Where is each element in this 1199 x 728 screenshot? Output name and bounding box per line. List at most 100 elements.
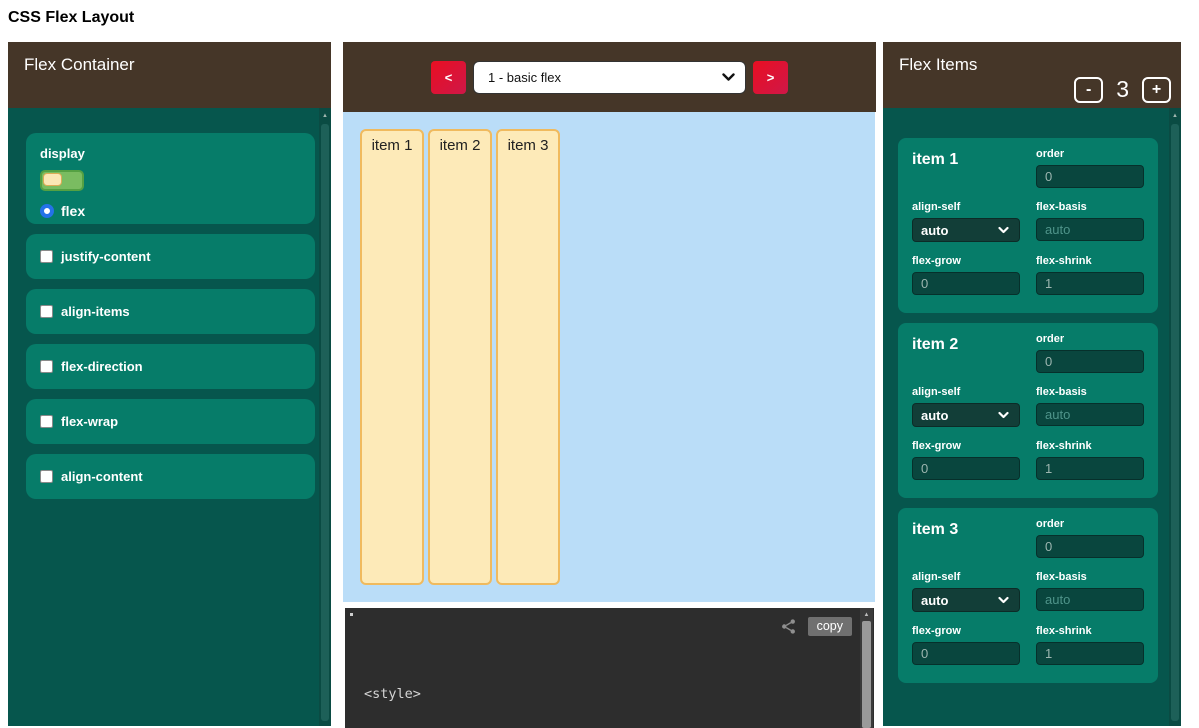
align-self-select-wrap: auto xyxy=(912,407,1020,424)
flex-shrink-input[interactable] xyxy=(1036,457,1144,480)
flex-basis-input[interactable] xyxy=(1036,588,1144,611)
flex-items-body: item 1 order align-self auto xyxy=(883,108,1181,726)
page-title: CSS Flex Layout xyxy=(8,9,134,27)
flex-shrink-input[interactable] xyxy=(1036,272,1144,295)
item-card-heading: item 3 xyxy=(912,518,1020,558)
flex-basis-field: flex-basis xyxy=(1036,571,1144,612)
container-properties-list: display flex justify-content align-item xyxy=(26,133,315,509)
flex-radio-label: flex xyxy=(61,203,85,219)
justify-content-label: justify-content xyxy=(61,249,151,264)
preset-nav-header: < 1 - basic flex > xyxy=(343,42,876,112)
page: CSS Flex Layout Flex Container display f… xyxy=(0,0,1199,728)
flex-grow-input[interactable] xyxy=(912,457,1020,480)
preset-select[interactable]: 1 - basic flex xyxy=(473,61,746,94)
align-self-field: align-self auto xyxy=(912,386,1020,427)
copy-button[interactable]: copy xyxy=(808,617,852,636)
item-card-2: item 2 order align-self auto xyxy=(898,323,1158,498)
flex-wrap-checkbox[interactable] xyxy=(40,415,53,428)
flex-container-body: display flex justify-content align-item xyxy=(8,108,331,726)
flex-shrink-label: flex-shrink xyxy=(1036,440,1144,452)
align-self-select-wrap: auto xyxy=(912,592,1020,609)
align-self-field: align-self auto xyxy=(912,571,1020,612)
left-panel-scrollbar[interactable]: ▲ xyxy=(319,108,331,726)
align-self-field: align-self auto xyxy=(912,201,1020,242)
align-self-select[interactable]: auto xyxy=(912,403,1020,427)
display-property-label: display xyxy=(40,146,301,161)
code-block: <style> .flex-container { display: flex; xyxy=(364,647,518,728)
flex-shrink-input[interactable] xyxy=(1036,642,1144,665)
display-property-card: display flex xyxy=(26,133,315,224)
item-card-heading: item 1 xyxy=(912,148,1020,188)
flex-items-header: Flex Items - 3 + xyxy=(883,42,1181,108)
item-card-1: item 1 order align-self auto xyxy=(898,138,1158,313)
align-self-select[interactable]: auto xyxy=(912,218,1020,242)
flex-items-panel: Flex Items - 3 + item 1 order xyxy=(883,42,1181,726)
flex-radio-row[interactable]: flex xyxy=(40,203,301,219)
align-content-checkbox[interactable] xyxy=(40,470,53,483)
flex-grow-label: flex-grow xyxy=(912,255,1020,267)
flex-basis-label: flex-basis xyxy=(1036,201,1144,213)
flex-grow-input[interactable] xyxy=(912,642,1020,665)
flex-grow-field: flex-grow xyxy=(912,440,1020,480)
flex-grow-field: flex-grow xyxy=(912,255,1020,295)
property-card-align-content: align-content xyxy=(26,454,315,499)
flex-shrink-label: flex-shrink xyxy=(1036,625,1144,637)
flex-shrink-field: flex-shrink xyxy=(1036,625,1144,665)
justify-content-checkbox[interactable] xyxy=(40,250,53,263)
right-panel-scrollbar[interactable]: ▲ xyxy=(1169,108,1181,726)
flex-direction-label: flex-direction xyxy=(61,359,143,374)
code-scrollbar[interactable]: ▲ xyxy=(860,608,873,728)
align-self-label: align-self xyxy=(912,386,1020,398)
order-input[interactable] xyxy=(1036,350,1144,373)
increase-items-button[interactable]: + xyxy=(1142,77,1171,103)
flex-item-box-2: item 2 xyxy=(428,129,492,585)
code-scrollbar-thumb[interactable] xyxy=(862,621,871,728)
flex-container-panel: Flex Container display flex justify-cont… xyxy=(8,42,331,726)
flex-direction-checkbox[interactable] xyxy=(40,360,53,373)
flex-shrink-field: flex-shrink xyxy=(1036,440,1144,480)
align-content-label: align-content xyxy=(61,469,143,484)
property-card-justify-content: justify-content xyxy=(26,234,315,279)
align-self-label: align-self xyxy=(912,201,1020,213)
share-icon[interactable] xyxy=(780,618,797,635)
order-input[interactable] xyxy=(1036,535,1144,558)
order-label: order xyxy=(1036,148,1144,160)
flex-basis-input[interactable] xyxy=(1036,218,1144,241)
align-items-checkbox[interactable] xyxy=(40,305,53,318)
left-panel-scrollbar-thumb[interactable] xyxy=(321,124,329,721)
right-panel-scrollbar-thumb[interactable] xyxy=(1171,124,1179,721)
align-items-label: align-items xyxy=(61,304,130,319)
code-panel: copy <style> .flex-container { display: … xyxy=(345,608,874,728)
property-card-flex-direction: flex-direction xyxy=(26,344,315,389)
item-card-heading: item 2 xyxy=(912,333,1020,373)
order-label: order xyxy=(1036,333,1144,345)
scroll-up-icon[interactable]: ▲ xyxy=(860,611,873,619)
order-label: order xyxy=(1036,518,1144,530)
flex-radio-button[interactable] xyxy=(40,204,54,218)
item-card-3: item 3 order align-self auto xyxy=(898,508,1158,683)
scroll-up-icon[interactable]: ▲ xyxy=(319,112,331,120)
flex-shrink-label: flex-shrink xyxy=(1036,255,1144,267)
flex-basis-field: flex-basis xyxy=(1036,386,1144,427)
flex-item-box-3: item 3 xyxy=(496,129,560,585)
next-preset-button[interactable]: > xyxy=(753,61,788,94)
align-self-select[interactable]: auto xyxy=(912,588,1020,612)
display-toggle[interactable] xyxy=(40,170,84,191)
flex-grow-input[interactable] xyxy=(912,272,1020,295)
order-field: order xyxy=(1036,518,1144,558)
code-line: <style> xyxy=(364,685,518,704)
flex-basis-input[interactable] xyxy=(1036,403,1144,426)
order-input[interactable] xyxy=(1036,165,1144,188)
flex-container-header: Flex Container xyxy=(8,42,331,108)
preset-select-wrap: 1 - basic flex xyxy=(473,61,746,94)
flex-preview-container: item 1 item 2 item 3 xyxy=(343,112,875,602)
decrease-items-button[interactable]: - xyxy=(1074,77,1103,103)
item-count-value: 3 xyxy=(1116,76,1129,103)
scroll-up-icon[interactable]: ▲ xyxy=(1169,112,1181,120)
prev-preset-button[interactable]: < xyxy=(431,61,466,94)
display-toggle-knob xyxy=(43,173,62,186)
code-bullet-dot xyxy=(350,613,353,616)
flex-grow-label: flex-grow xyxy=(912,625,1020,637)
order-field: order xyxy=(1036,333,1144,373)
flex-items-title: Flex Items xyxy=(899,55,977,75)
